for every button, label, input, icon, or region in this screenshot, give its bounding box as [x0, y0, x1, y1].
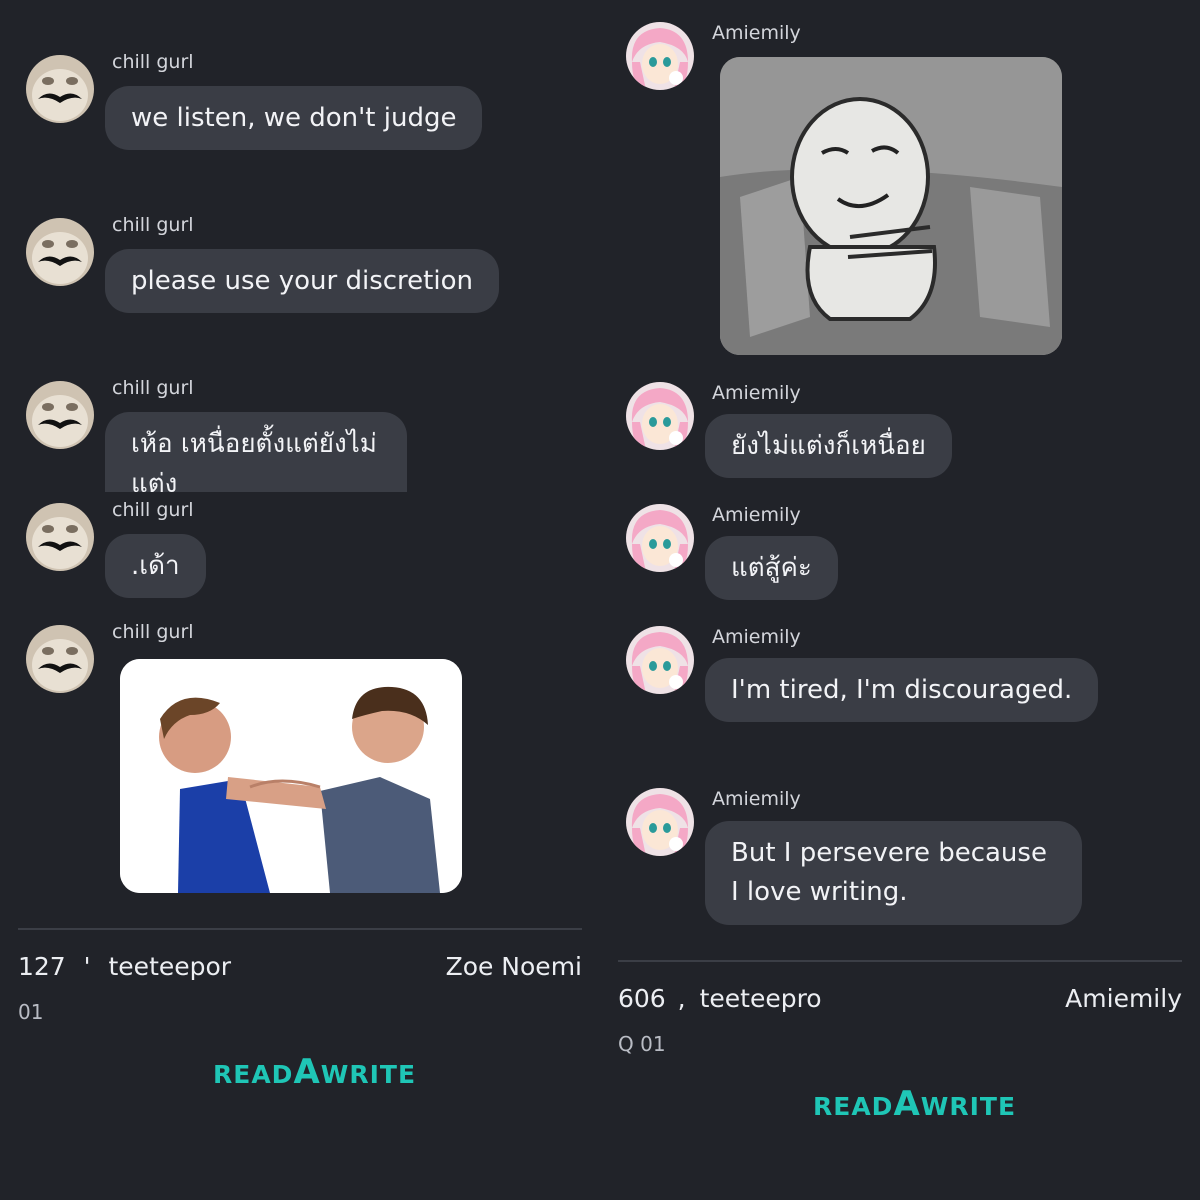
footer-sub: Q 01	[618, 1032, 666, 1056]
footer-separator: '	[83, 952, 91, 981]
footer-separator: ,	[677, 984, 686, 1013]
sender-name: chill gurl	[112, 214, 194, 236]
cat-mustache-avatar[interactable]	[26, 55, 94, 123]
sender-name: chill gurl	[112, 51, 194, 73]
message-bubble[interactable]: we listen, we don't judge	[105, 86, 483, 150]
message-bubble[interactable]: I'm tired, I'm discouraged.	[705, 658, 1099, 722]
footer-count: 127	[18, 952, 66, 981]
message-bubble[interactable]: ยังไม่แต่งก็เหนื่อย	[705, 414, 952, 478]
footer-username[interactable]: teeteepor	[109, 952, 232, 981]
pink-pony-avatar[interactable]	[626, 788, 694, 856]
footer-info: 127 ' teeteepor	[18, 952, 231, 981]
footer-count: 606	[618, 984, 666, 1013]
divider	[618, 960, 1182, 962]
sender-name: Amiemily	[712, 788, 801, 810]
cat-mustache-avatar[interactable]	[26, 503, 94, 571]
footer-author[interactable]: Amiemily	[1065, 984, 1182, 1013]
sender-name: Amiemily	[712, 22, 801, 44]
brand-write: WRITE	[320, 1060, 417, 1089]
brand-a: A	[293, 1052, 321, 1092]
message-bubble[interactable]: please use your discretion	[105, 249, 499, 313]
readawrite-logo[interactable]: READAWRITE	[213, 1052, 416, 1092]
message-bubble[interactable]: But I persevere because I love writing.	[705, 821, 1082, 925]
brand-read: READ	[213, 1060, 294, 1089]
pink-pony-avatar[interactable]	[626, 626, 694, 694]
crouching-cartoon-sticker[interactable]	[720, 57, 1062, 355]
footer-author[interactable]: Zoe Noemi	[446, 952, 582, 981]
sender-name: chill gurl	[112, 621, 194, 643]
pink-pony-avatar[interactable]	[626, 382, 694, 450]
brand-a: A	[893, 1084, 921, 1124]
sender-name: chill gurl	[112, 499, 194, 521]
cat-mustache-avatar[interactable]	[26, 218, 94, 286]
divider	[18, 928, 582, 930]
sender-name: Amiemily	[712, 382, 801, 404]
sender-name: chill gurl	[112, 377, 194, 399]
brand-write: WRITE	[920, 1092, 1017, 1121]
sender-name: Amiemily	[712, 626, 801, 648]
cat-mustache-avatar[interactable]	[26, 381, 94, 449]
message-bubble[interactable]: แต่สู้ค่ะ	[705, 536, 838, 600]
message-bubble[interactable]: .เด้า	[105, 534, 206, 598]
left-chat-panel: chill gurl we listen, we don't judge chi…	[0, 0, 600, 1200]
footer-sub: 01	[18, 1000, 44, 1024]
pink-pony-avatar[interactable]	[626, 22, 694, 90]
footer-username[interactable]: teeteepro	[700, 984, 822, 1013]
brand-read: READ	[813, 1092, 894, 1121]
readawrite-logo[interactable]: READAWRITE	[813, 1084, 1016, 1124]
sender-name: Amiemily	[712, 504, 801, 526]
cat-mustache-avatar[interactable]	[26, 625, 94, 693]
message-bubble[interactable]: เห้อ เหนื่อยตั้งแต่ยังไม่แต่ง	[105, 412, 407, 492]
footer-info: 606 , teeteepro	[618, 984, 822, 1013]
pink-pony-avatar[interactable]	[626, 504, 694, 572]
choking-meme-photo[interactable]	[120, 659, 462, 893]
right-chat-panel: Amiemily Amiemily ยังไม่แต่งก็เหนื่อย Am…	[600, 0, 1200, 1200]
